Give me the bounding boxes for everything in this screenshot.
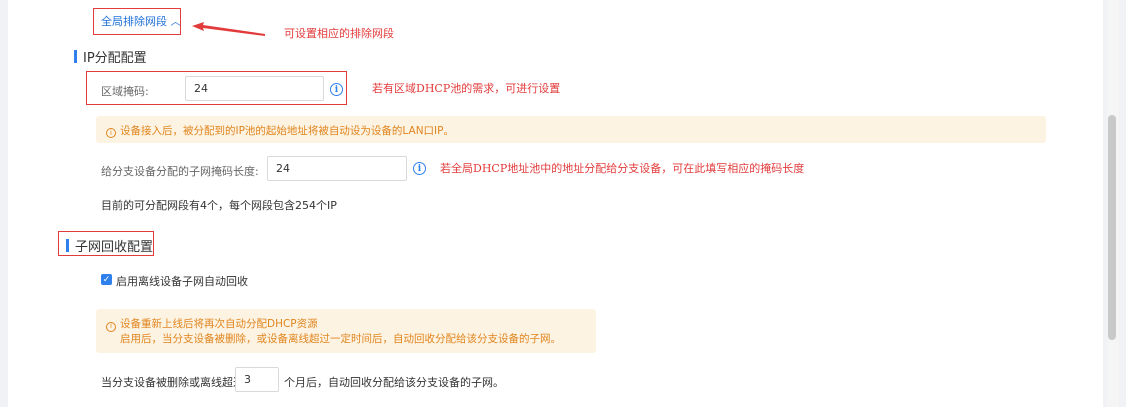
chevron-up-icon: ︿ <box>170 17 181 28</box>
recycle-months-value: 3 <box>244 373 251 386</box>
info-icon: i <box>106 128 116 138</box>
recycle-warning: i 设备重新上线后将再次自动分配DHCP资源 启用后，当分支设备被删除，或设备离线… <box>96 309 596 353</box>
area-mask-value: 24 <box>194 82 208 95</box>
ip-alloc-title: IP分配配置 <box>74 47 147 66</box>
ip-alloc-title-text: IP分配配置 <box>83 51 147 66</box>
exclude-segment-annotation: 可设置相应的排除网段 <box>284 27 394 40</box>
subnet-recycle-title-text: 子网回收配置 <box>75 240 154 255</box>
exclude-segment-label: 全局排除网段 <box>101 15 167 28</box>
subnet-recycle-title: 子网回收配置 <box>66 236 153 255</box>
recycle-months-suffix: 个月后，自动回收分配给该分支设备的子网。 <box>284 376 504 389</box>
section-bar <box>66 239 69 252</box>
exclude-segment-toggle[interactable]: 全局排除网段 ︿ <box>101 13 181 29</box>
lan-ip-warning: i 设备接入后，被分配到的IP池的起始地址将被自动设为设备的LAN口IP。 <box>96 116 1046 143</box>
branch-mask-annotation: 若全局DHCP地址池中的地址分配给分支设备，可在此填写相应的掩码长度 <box>440 162 805 175</box>
area-mask-annotation: 若有区域DHCP池的需求，可进行设置 <box>372 82 561 95</box>
scrollbar-thumb[interactable] <box>1108 115 1116 340</box>
auto-recycle-checkbox[interactable]: ✓ <box>101 274 112 285</box>
recycle-months-input[interactable]: 3 <box>235 367 279 392</box>
recycle-warning-line1: 设备重新上线后将再次自动分配DHCP资源 <box>120 318 318 330</box>
area-mask-label: 区域掩码: <box>101 85 149 98</box>
lan-ip-warning-text: 设备接入后，被分配到的IP池的起始地址将被自动设为设备的LAN口IP。 <box>120 125 454 137</box>
section-bar <box>74 50 77 63</box>
area-mask-input[interactable]: 24 <box>185 76 324 101</box>
info-icon[interactable]: i <box>413 162 426 175</box>
segment-summary: 目前的可分配网段有4个，每个网段包含254个IP <box>101 199 337 212</box>
recycle-warning-line2: 启用后，当分支设备被删除，或设备离线超过一定时间后，自动回收分配给该分支设备的子… <box>120 333 561 345</box>
auto-recycle-label[interactable]: 启用离线设备子网自动回收 <box>116 273 248 289</box>
branch-mask-input[interactable]: 24 <box>267 156 407 181</box>
annotation-arrow <box>192 22 265 36</box>
info-icon[interactable]: i <box>330 83 343 96</box>
branch-mask-label: 给分支设备分配的子网掩码长度: <box>101 165 259 178</box>
branch-mask-value: 24 <box>276 162 290 175</box>
info-icon: i <box>106 321 116 332</box>
recycle-months-prefix: 当分支设备被删除或离线超过 <box>101 376 244 389</box>
